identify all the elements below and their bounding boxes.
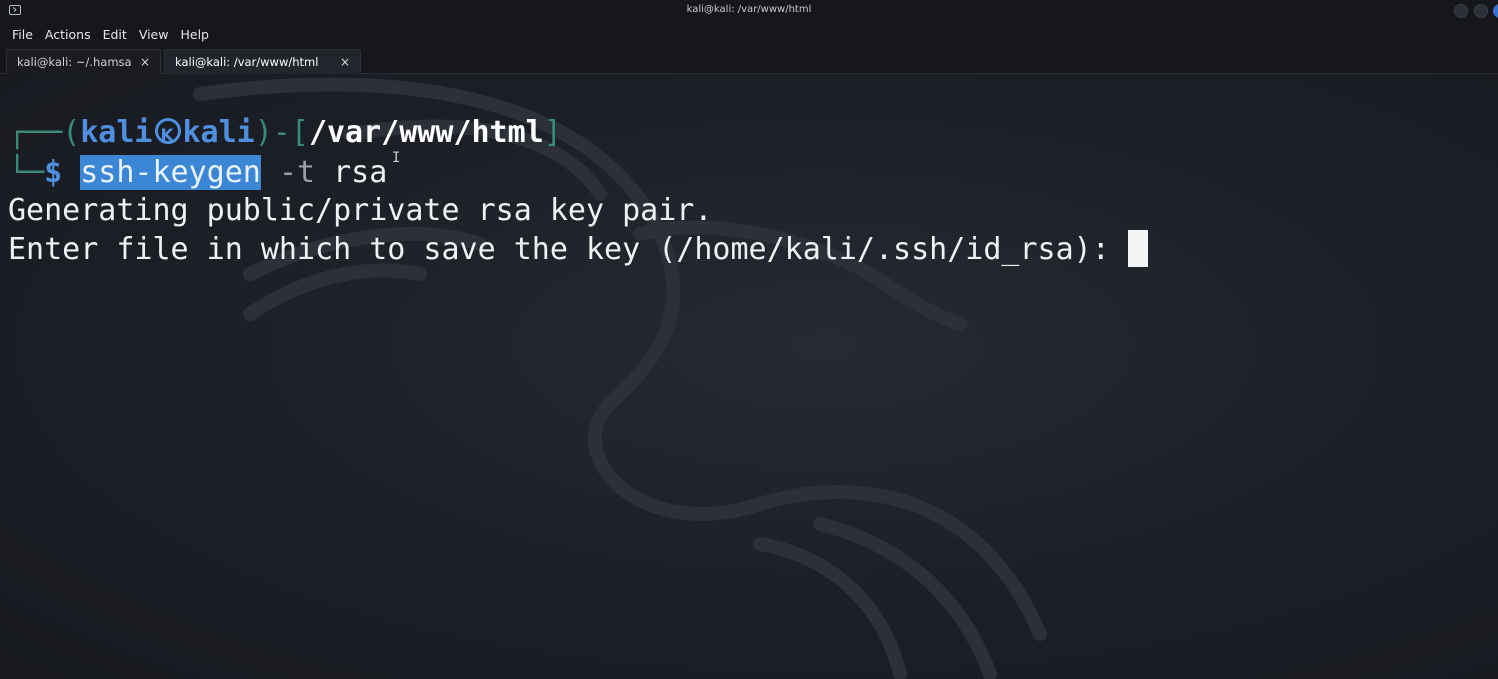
tab-var-www-html[interactable]: kali@kali: /var/www/html × — [164, 49, 361, 74]
title-bar[interactable]: kali@kali: /var/www/html — [0, 0, 1498, 22]
maximize-button[interactable] — [1474, 4, 1488, 18]
prompt-corner-bottom: └─ — [8, 155, 45, 190]
output-line-2-text: Enter file in which to save the key (/ho… — [8, 232, 1128, 267]
output-line-1: Generating public/private rsa key pair. — [8, 193, 713, 228]
prompt-host: kali — [182, 115, 255, 150]
prompt-bracket-open: )-[ — [254, 115, 309, 150]
prompt-corner-top: ┌── — [8, 115, 63, 150]
terminal-window: kali@kali: /var/www/html File Actions Ed… — [0, 0, 1498, 679]
close-tab-icon[interactable]: × — [340, 55, 350, 69]
prompt-open-paren: ( — [62, 115, 81, 150]
prompt-bracket-close: ] — [543, 115, 562, 150]
menu-edit[interactable]: Edit — [103, 27, 127, 42]
menu-file[interactable]: File — [12, 27, 33, 42]
tab-hamsa[interactable]: kali@kali: ~/.hamsa × — [6, 49, 161, 74]
text-cursor — [1127, 230, 1148, 267]
menu-bar: File Actions Edit View Help — [0, 22, 1498, 46]
menu-view[interactable]: View — [139, 27, 169, 42]
close-tab-icon[interactable]: × — [140, 55, 150, 69]
command-value: rsa — [333, 155, 388, 190]
tab-label: kali@kali: ~/.hamsa — [17, 55, 132, 69]
close-button[interactable] — [1493, 4, 1498, 18]
command-line: └─$ ssh-keygen -t rsa — [8, 154, 387, 192]
minimize-button[interactable] — [1454, 4, 1468, 18]
output-line-2: Enter file in which to save the key (/ho… — [8, 230, 1148, 269]
terminal-area[interactable]: ┌──(kalikali)-[/var/www/html] └─$ ssh-ke… — [0, 74, 1498, 679]
kali-logo-icon — [154, 117, 181, 155]
command-flag: -t — [278, 155, 316, 190]
tab-label: kali@kali: /var/www/html — [175, 55, 319, 69]
prompt-line: ┌──(kalikali)-[/var/www/html] — [8, 114, 562, 155]
ibeam-cursor-icon: I — [392, 150, 401, 166]
window-title: kali@kali: /var/www/html — [686, 4, 812, 15]
menu-help[interactable]: Help — [180, 27, 209, 42]
prompt-user: kali — [80, 115, 153, 150]
prompt-path: /var/www/html — [308, 115, 544, 150]
menu-actions[interactable]: Actions — [45, 27, 91, 42]
tab-bar: kali@kali: ~/.hamsa × kali@kali: /var/ww… — [0, 46, 1498, 74]
command-name[interactable]: ssh-keygen — [80, 155, 261, 190]
prompt-dollar: $ — [44, 155, 63, 190]
